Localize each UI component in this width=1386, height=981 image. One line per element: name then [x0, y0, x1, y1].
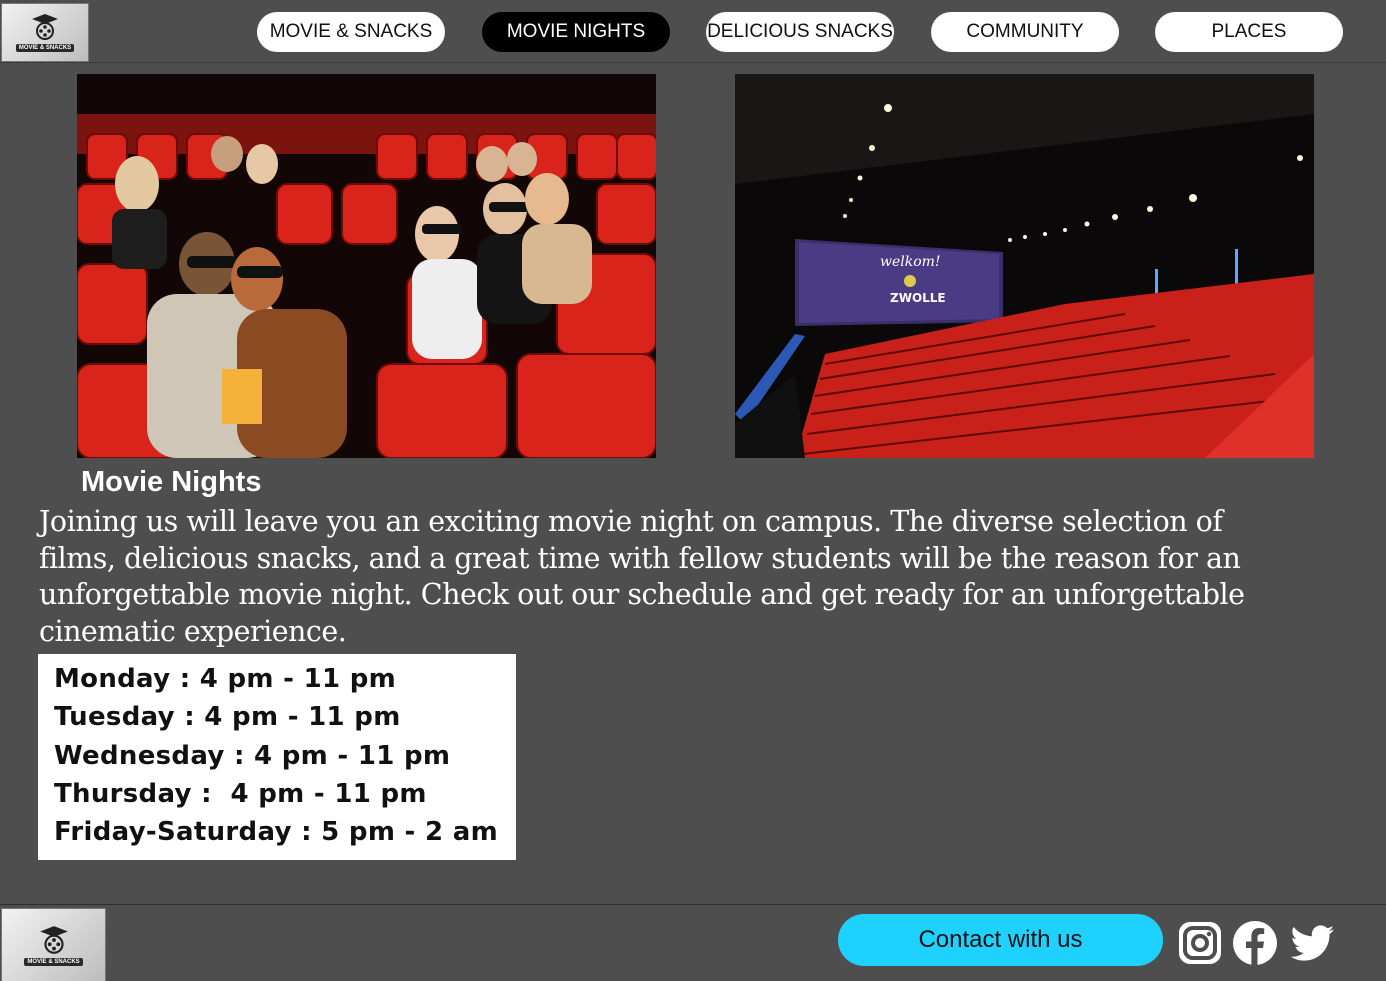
- nav-places[interactable]: PLACES: [1155, 12, 1343, 52]
- schedule-row-monday: Monday : 4 pm - 11 pm: [54, 664, 397, 694]
- nav-movie-snacks[interactable]: MOVIE & SNACKS: [257, 12, 445, 52]
- facebook-icon[interactable]: [1231, 919, 1279, 967]
- schedule-row-wednesday: Wednesday : 4 pm - 11 pm: [54, 740, 451, 771]
- cinema-hall-photo: welkom! ZWOLLE: [735, 74, 1314, 458]
- page-description: Joining us will leave you an exciting mo…: [39, 505, 1245, 648]
- logo-text: MOVIE & SNACKS: [15, 44, 75, 52]
- page-title: Movie Nights: [81, 466, 262, 498]
- schedule-row-friday-saturday: Friday-Saturday : 5 pm - 2 am: [54, 817, 498, 848]
- twitter-icon[interactable]: [1288, 919, 1336, 967]
- schedule-box: Monday : 4 pm - 11 pm Tuesday : 4 pm - 1…: [38, 654, 516, 860]
- nav-community[interactable]: COMMUNITY: [931, 12, 1119, 52]
- footer-logo-text: MOVIE & SNACKS: [24, 957, 83, 966]
- instagram-icon[interactable]: [1176, 919, 1224, 967]
- site-logo[interactable]: MOVIE & SNACKS: [1, 3, 89, 62]
- contact-button[interactable]: Contact with us: [838, 914, 1163, 966]
- screen-welcome-text: welkom!: [880, 254, 941, 270]
- nav-delicious-snacks[interactable]: DELICIOUS SNACKS: [706, 12, 894, 52]
- footer: MOVIE & SNACKS Contact with us: [0, 904, 1386, 981]
- footer-logo[interactable]: MOVIE & SNACKS: [1, 908, 106, 981]
- nav-movie-nights[interactable]: MOVIE NIGHTS: [482, 12, 670, 52]
- header: MOVIE & SNACKS MOVIE & SNACKS MOVIE NIGH…: [0, 0, 1386, 63]
- screen-city-text: ZWOLLE: [890, 291, 946, 305]
- schedule-row-thursday: Thursday : 4 pm - 11 pm: [54, 778, 427, 809]
- film-reel-graduation-icon: [32, 14, 58, 40]
- schedule-row-tuesday: Tuesday : 4 pm - 11 pm: [54, 702, 401, 733]
- audience-photo: [77, 74, 656, 458]
- film-reel-graduation-icon: [39, 925, 68, 954]
